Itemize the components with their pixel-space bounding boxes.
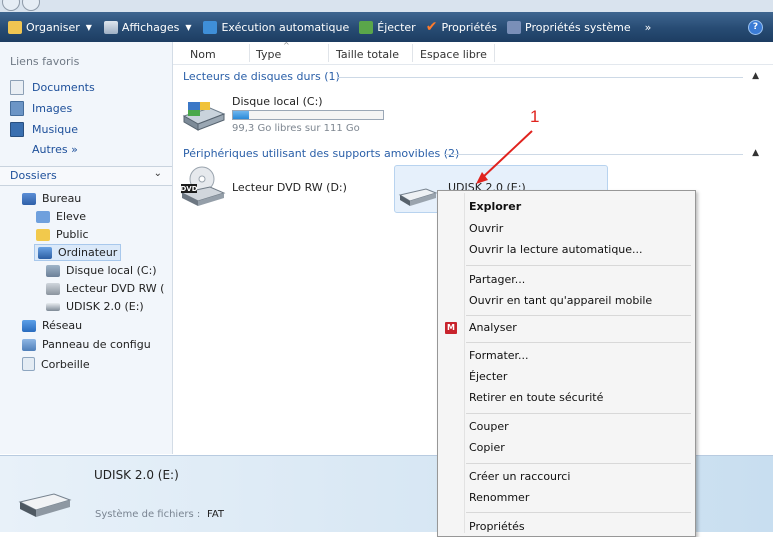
menu-item-raccourci[interactable]: Créer un raccourci — [469, 470, 570, 483]
menu-item-ouvrir[interactable]: Ouvrir — [469, 222, 503, 235]
menu-separator — [466, 512, 691, 513]
menu-gutter — [464, 193, 465, 533]
menu-item-retirer[interactable]: Retirer en toute sécurité — [469, 391, 603, 404]
annotation-number-1: 1 — [530, 107, 540, 126]
menu-separator — [466, 463, 691, 464]
menu-item-analyser[interactable]: Analyser — [469, 321, 517, 334]
menu-item-ouvrir-mobile[interactable]: Ouvrir en tant qu'appareil mobile — [469, 294, 652, 307]
menu-separator — [466, 413, 691, 414]
details-drive-name: UDISK 2.0 (E:) — [94, 468, 179, 482]
menu-item-renommer[interactable]: Renommer — [469, 491, 529, 504]
menu-item-explorer[interactable]: Explorer — [469, 200, 521, 213]
menu-item-proprietes[interactable]: Propriétés — [469, 520, 525, 533]
menu-item-ejecter[interactable]: Éjecter — [469, 370, 507, 383]
menu-separator — [466, 342, 691, 343]
menu-item-formater[interactable]: Formater... — [469, 349, 529, 362]
details-filesystem-value: FAT — [207, 509, 225, 520]
details-filesystem-label: Système de fichiers : — [95, 509, 201, 520]
menu-item-copier[interactable]: Copier — [469, 441, 505, 454]
menu-separator — [466, 315, 691, 316]
menu-item-lecture-auto[interactable]: Ouvrir la lecture automatique... — [469, 243, 643, 256]
menu-item-couper[interactable]: Couper — [469, 420, 509, 433]
arrow-1 — [481, 130, 533, 179]
antivirus-icon: M — [445, 322, 457, 334]
menu-item-partager[interactable]: Partager... — [469, 273, 525, 286]
context-menu: Explorer Ouvrir Ouvrir la lecture automa… — [437, 190, 696, 537]
menu-separator — [466, 265, 691, 266]
usb-drive-icon — [18, 493, 72, 517]
